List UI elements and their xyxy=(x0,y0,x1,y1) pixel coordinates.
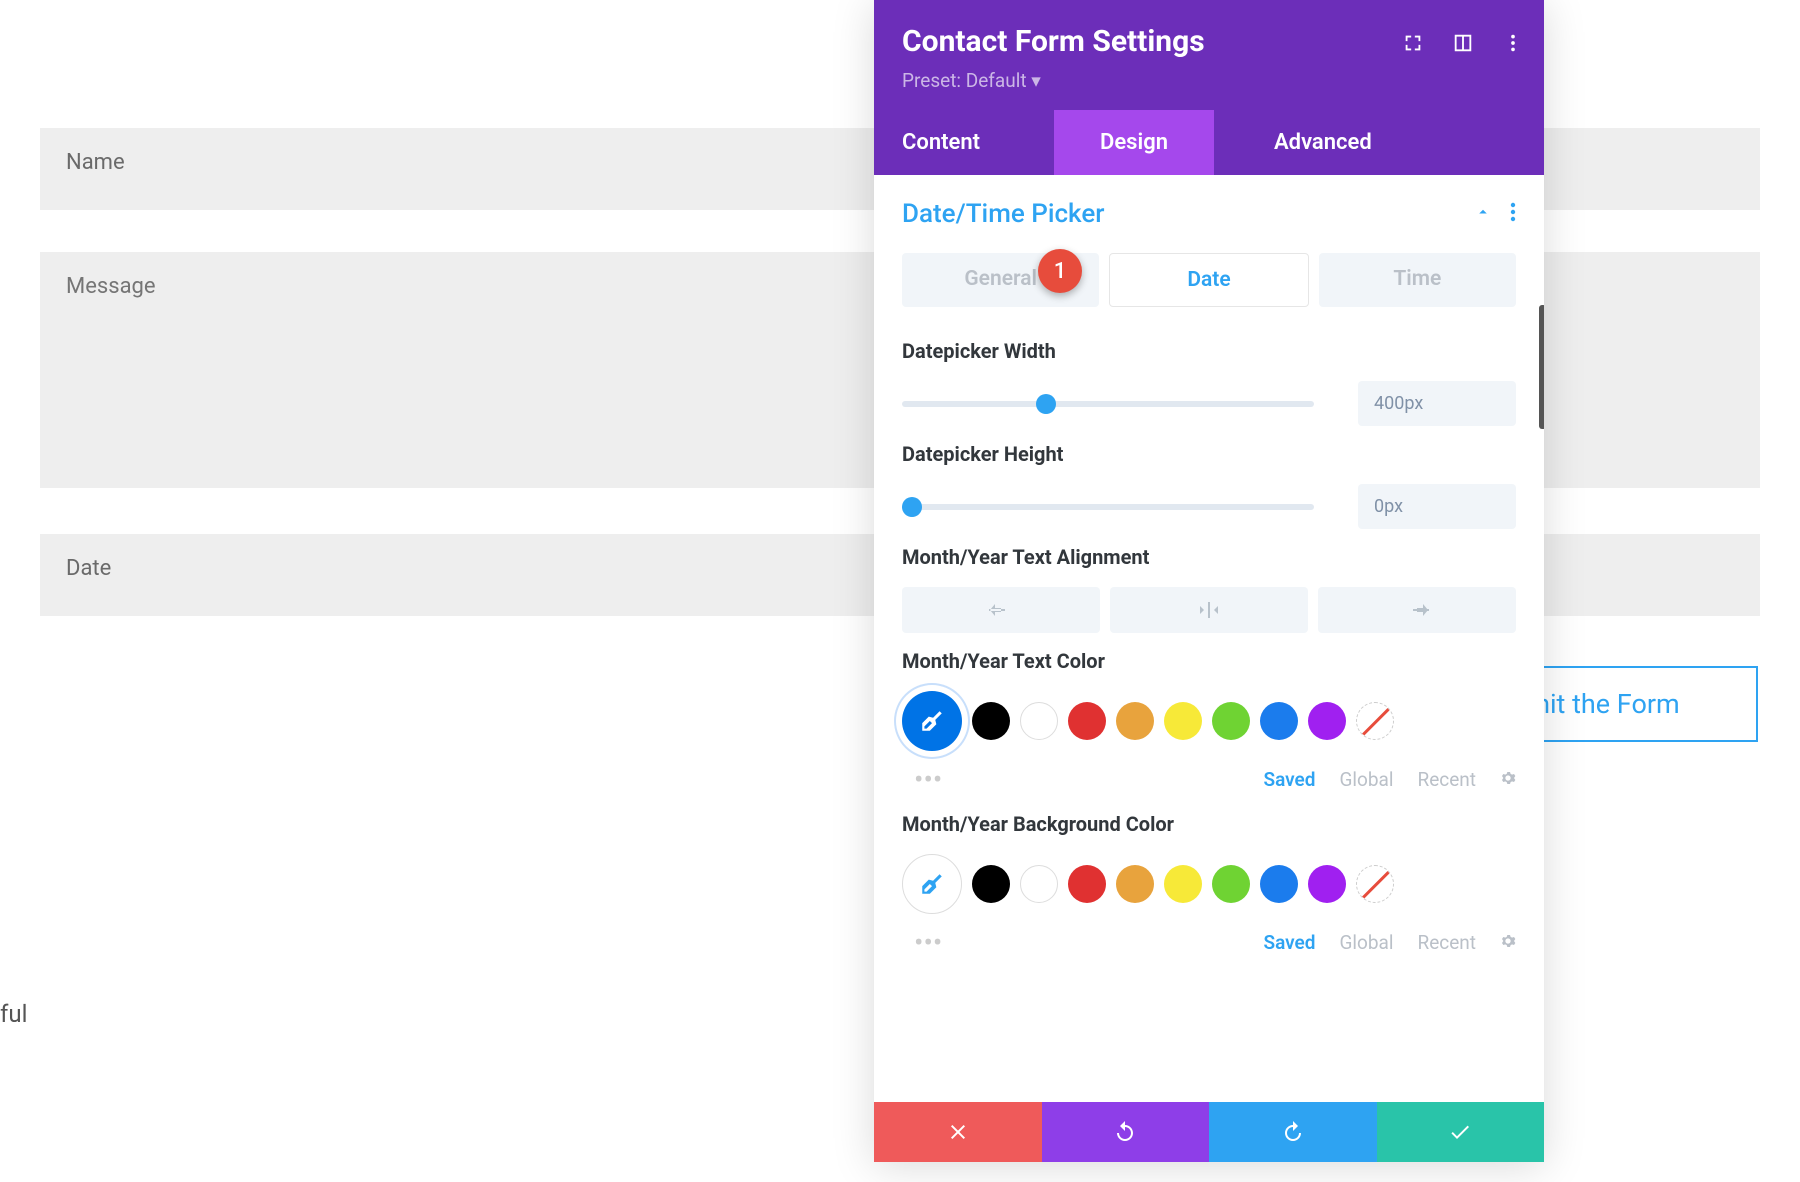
caret-down-icon: ▾ xyxy=(1031,69,1041,92)
expand-icon[interactable] xyxy=(1402,32,1424,58)
height-label: Datepicker Height xyxy=(902,442,1516,466)
bg-color-picker[interactable] xyxy=(902,854,962,914)
tab-advanced[interactable]: Advanced xyxy=(1214,110,1544,175)
swatch-blue[interactable] xyxy=(1260,702,1298,740)
section-more-icon[interactable] xyxy=(1510,202,1516,226)
width-slider[interactable] xyxy=(902,401,1314,407)
align-center[interactable] xyxy=(1110,587,1308,633)
cat-global[interactable]: Global xyxy=(1339,768,1393,791)
scrollbar[interactable] xyxy=(1539,305,1544,429)
bg-swatch-orange[interactable] xyxy=(1116,865,1154,903)
gear-icon[interactable] xyxy=(1500,768,1516,791)
sub-tab-time[interactable]: Time xyxy=(1319,253,1516,307)
height-slider-thumb[interactable] xyxy=(902,497,922,517)
collapse-icon[interactable] xyxy=(1474,203,1492,225)
text-color-picker[interactable] xyxy=(902,691,962,751)
panel-header: Contact Form Settings Preset: Default ▾ xyxy=(874,0,1544,110)
stray-text: ful xyxy=(0,1000,27,1028)
preset-dropdown[interactable]: Preset: Default ▾ xyxy=(902,69,1516,92)
cat-recent[interactable]: Recent xyxy=(1417,768,1476,791)
bg-swatch-more[interactable]: ••• xyxy=(914,926,942,959)
bg-swatch-black[interactable] xyxy=(972,865,1010,903)
bg-swatch-blue[interactable] xyxy=(1260,865,1298,903)
panel-body: Date/Time Picker General Date Time 1 Dat… xyxy=(874,175,1544,1102)
width-slider-thumb[interactable] xyxy=(1036,394,1056,414)
section-title[interactable]: Date/Time Picker xyxy=(902,199,1104,229)
bg-swatch-none[interactable] xyxy=(1356,865,1394,903)
redo-button[interactable] xyxy=(1209,1102,1377,1162)
text-swatch-more[interactable]: ••• xyxy=(914,763,942,796)
name-placeholder: Name xyxy=(66,150,125,175)
more-icon[interactable] xyxy=(1502,32,1524,58)
tab-content[interactable]: Content xyxy=(874,110,1054,175)
align-right[interactable] xyxy=(1318,587,1516,633)
bg-color-label: Month/Year Background Color xyxy=(902,812,1516,836)
text-color-label: Month/Year Text Color xyxy=(902,649,1516,673)
panel-footer xyxy=(874,1102,1544,1162)
swatch-none[interactable] xyxy=(1356,702,1394,740)
bg-swatch-purple[interactable] xyxy=(1308,865,1346,903)
swatch-orange[interactable] xyxy=(1116,702,1154,740)
tab-design[interactable]: Design xyxy=(1054,110,1214,175)
sub-tabs: General Date Time 1 xyxy=(902,253,1516,307)
height-value[interactable]: 0px xyxy=(1358,484,1516,529)
undo-button[interactable] xyxy=(1042,1102,1210,1162)
swatch-purple[interactable] xyxy=(1308,702,1346,740)
bg-cat-global[interactable]: Global xyxy=(1339,931,1393,954)
width-label: Datepicker Width xyxy=(902,339,1516,363)
confirm-button[interactable] xyxy=(1377,1102,1545,1162)
close-button[interactable] xyxy=(874,1102,1042,1162)
align-label: Month/Year Text Alignment xyxy=(902,545,1516,569)
bg-gear-icon[interactable] xyxy=(1500,931,1516,954)
swatch-green[interactable] xyxy=(1212,702,1250,740)
bg-cat-saved[interactable]: Saved xyxy=(1263,931,1315,954)
bg-cat-recent[interactable]: Recent xyxy=(1417,931,1476,954)
sub-tab-date[interactable]: Date xyxy=(1109,253,1308,307)
columns-icon[interactable] xyxy=(1452,32,1474,58)
bg-swatch-yellow[interactable] xyxy=(1164,865,1202,903)
cat-saved[interactable]: Saved xyxy=(1263,768,1315,791)
swatch-red[interactable] xyxy=(1068,702,1106,740)
height-slider[interactable] xyxy=(902,504,1314,510)
swatch-yellow[interactable] xyxy=(1164,702,1202,740)
settings-panel: Contact Form Settings Preset: Default ▾ … xyxy=(874,0,1544,1162)
align-left[interactable] xyxy=(902,587,1100,633)
date-placeholder: Date xyxy=(66,556,111,581)
width-value[interactable]: 400px xyxy=(1358,381,1516,426)
bg-swatch-green[interactable] xyxy=(1212,865,1250,903)
bg-swatch-white[interactable] xyxy=(1020,865,1058,903)
swatch-white[interactable] xyxy=(1020,702,1058,740)
bg-swatch-red[interactable] xyxy=(1068,865,1106,903)
swatch-black[interactable] xyxy=(972,702,1010,740)
main-tabs: Content Design Advanced xyxy=(874,110,1544,175)
annotation-badge-1: 1 xyxy=(1038,249,1082,293)
